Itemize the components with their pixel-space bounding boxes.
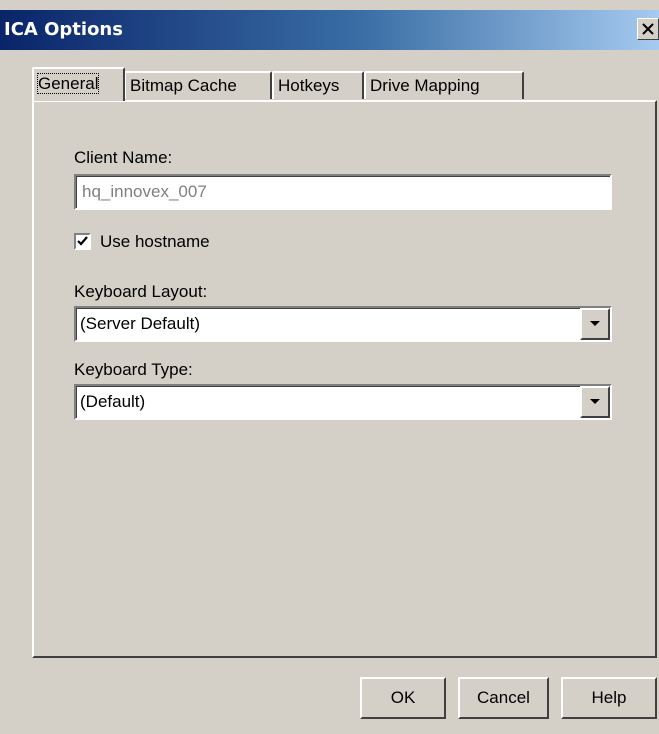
ok-button[interactable]: OK [360,677,446,719]
client-name-label: Client Name: [74,148,173,167]
window-title: ICA Options [4,19,123,40]
tab-label: Bitmap Cache [130,76,237,95]
close-icon [642,23,654,35]
keyboard-type-value: (Default) [80,392,146,411]
keyboard-layout-label: Keyboard Layout: [74,282,208,301]
checkmark-icon [77,236,88,246]
cancel-button[interactable]: Cancel [458,677,549,719]
chevron-down-icon [590,321,600,326]
ica-options-dialog: ICA Options General Bitmap Cache Hotkeys… [0,0,659,734]
close-button[interactable] [637,18,659,40]
title-bar[interactable]: ICA Options [0,10,659,50]
tab-drive-mapping[interactable]: Drive Mapping [364,71,524,99]
keyboard-layout-value: (Server Default) [80,314,200,333]
tab-label: Drive Mapping [370,76,480,95]
keyboard-layout-select[interactable]: (Server Default) [74,306,612,342]
tab-hotkeys[interactable]: Hotkeys [272,71,364,99]
tab-general[interactable]: General [32,67,125,101]
use-hostname-label[interactable]: Use hostname [100,232,210,252]
keyboard-type-label: Keyboard Type: [74,360,193,379]
tab-label: Hotkeys [278,76,340,95]
use-hostname-checkbox[interactable] [74,233,91,250]
client-name-field[interactable]: hq_innovex_007 [74,174,612,210]
general-tab-panel: Client Name: hq_innovex_007 Use hostname… [32,100,657,658]
keyboard-type-dropdown-button[interactable] [580,386,610,418]
keyboard-layout-dropdown-button[interactable] [580,308,610,340]
keyboard-type-select[interactable]: (Default) [74,384,612,420]
help-button[interactable]: Help [561,677,657,719]
tab-bitmap-cache[interactable]: Bitmap Cache [124,71,272,99]
tab-label: General [36,73,100,94]
chevron-down-icon [590,399,600,404]
